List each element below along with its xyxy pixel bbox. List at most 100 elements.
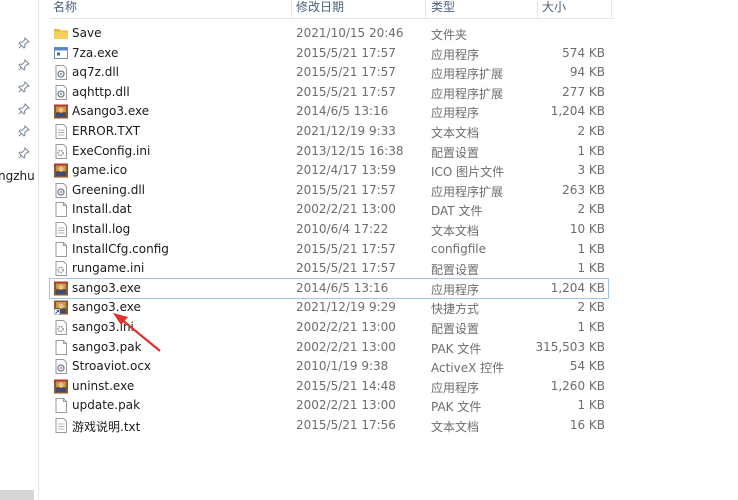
file-row[interactable]: Greening.dll 2015/5/21 17:57 应用程序扩展 263 KB	[50, 181, 608, 200]
file-modified-date: 2010/1/19 9:38	[296, 359, 389, 374]
blank-file-icon	[54, 241, 68, 257]
dll-icon	[54, 182, 68, 198]
pin-icon[interactable]	[18, 81, 30, 93]
file-list: 名称 修改日期 类型 大小 Save 2021/10/15 20:46 文件夹 7za…	[49, 0, 620, 500]
file-row[interactable]: sango3.exe 2021/12/19 9:29 快捷方式 2 KB	[50, 298, 608, 317]
pin-icon[interactable]	[18, 147, 30, 159]
file-name: update.pak	[72, 398, 141, 413]
file-row[interactable]: ExeConfig.ini 2013/12/15 16:38 配置设置 1 KB	[50, 142, 608, 161]
file-size: 1,260 KB	[550, 378, 605, 393]
file-modified-date: 2021/12/19 9:33	[296, 124, 396, 138]
file-size: 54 KB	[569, 359, 605, 374]
column-header-type[interactable]: 类型	[431, 0, 455, 15]
scrollbar[interactable]	[0, 490, 34, 500]
file-row[interactable]: Install.dat 2002/2/21 13:00 DAT 文件 2 KB	[50, 200, 608, 219]
game-icon	[54, 104, 68, 119]
file-type: DAT 文件	[431, 204, 483, 219]
settings-file-icon	[54, 320, 68, 335]
column-header-size[interactable]: 大小	[542, 0, 566, 15]
text-file-icon	[54, 124, 68, 139]
file-type: 应用程序	[431, 380, 480, 395]
file-type: 配置设置	[431, 263, 480, 278]
file-modified-date: 2014/6/5 13:16	[296, 280, 389, 295]
file-name: aq7z.dll	[72, 65, 120, 80]
pin-icon[interactable]	[18, 59, 30, 71]
exe-icon	[54, 46, 68, 61]
file-type: 快捷方式	[431, 302, 480, 317]
pin-icon[interactable]	[18, 37, 30, 49]
dll-icon	[54, 84, 68, 100]
file-row[interactable]: aq7z.dll 2015/5/21 17:57 应用程序扩展 94 KB	[50, 63, 608, 82]
file-type: 文本文档	[431, 420, 480, 434]
column-divider[interactable]	[611, 0, 612, 18]
file-modified-date: 2014/6/5 13:16	[296, 104, 389, 119]
column-divider[interactable]	[291, 0, 292, 18]
file-row[interactable]: sango3.exe 2014/6/5 13:16 应用程序 1,204 KB	[49, 277, 609, 299]
file-type: 应用程序扩展	[431, 67, 504, 82]
file-size: 2 KB	[577, 202, 605, 217]
file-size: 315,503 KB	[535, 339, 605, 354]
file-row[interactable]: update.pak 2002/2/21 13:00 PAK 文件 1 KB	[50, 396, 608, 415]
file-row[interactable]: sango3.pak 2002/2/21 13:00 PAK 文件 315,503 K…	[50, 338, 608, 357]
file-row[interactable]: Save 2021/10/15 20:46 文件夹	[50, 24, 608, 43]
file-row[interactable]: 游戏说明.txt 2015/5/21 17:56 文本文档 16 KB	[50, 416, 608, 435]
file-size: 1,204 KB	[550, 104, 605, 119]
file-row[interactable]: Stroaviot.ocx 2010/1/19 9:38 ActiveX 控件 54 …	[50, 357, 608, 376]
text-file-icon	[54, 418, 68, 433]
file-size: 1 KB	[577, 398, 605, 413]
file-size: 1,204 KB	[550, 280, 605, 295]
file-size: 3 KB	[577, 163, 605, 178]
file-row[interactable]: InstallCfg.config 2015/5/21 17:57 configfi…	[50, 240, 608, 259]
file-name: sango3.pak	[72, 339, 142, 354]
file-modified-date: 2002/2/21 13:00	[296, 320, 396, 334]
file-row[interactable]: uninst.exe 2015/5/21 14:48 应用程序 1,260 KB	[50, 377, 608, 396]
file-row[interactable]: aqhttp.dll 2015/5/21 17:57 应用程序扩展 277 KB	[50, 83, 608, 102]
pin-icon[interactable]	[18, 125, 30, 137]
file-type: ICO 图片文件	[431, 165, 505, 180]
file-name: sango3.exe	[72, 300, 141, 315]
file-modified-date: 2012/4/17 13:59	[296, 163, 396, 178]
file-modified-date: 2015/5/21 17:57	[296, 241, 396, 256]
file-name: Greening.dll	[72, 182, 145, 197]
text-file-icon	[54, 222, 68, 237]
file-name: game.ico	[72, 163, 128, 178]
file-type: 应用程序扩展	[431, 184, 504, 199]
column-header-name[interactable]: 名称	[53, 0, 77, 15]
file-modified-date: 2002/2/21 13:00	[296, 202, 396, 217]
file-type: configfile	[431, 241, 486, 256]
file-name: Asango3.exe	[72, 104, 150, 119]
column-divider[interactable]	[537, 0, 538, 18]
file-size: 1 KB	[577, 241, 605, 256]
nav-item-label[interactable]: ngzhu	[0, 169, 35, 183]
file-type: 文件夹	[431, 28, 468, 42]
file-row[interactable]: Install.log 2010/6/4 17:22 文本文档 10 KB	[50, 220, 608, 239]
column-header-date[interactable]: 修改日期	[296, 0, 344, 15]
file-modified-date: 2002/2/21 13:00	[296, 339, 396, 354]
file-row[interactable]: rungame.ini 2015/5/21 17:57 配置设置 1 KB	[50, 259, 608, 278]
file-name: Install.log	[72, 222, 131, 236]
file-type: PAK 文件	[431, 400, 482, 415]
file-modified-date: 2021/12/19 9:29	[296, 300, 396, 315]
blank-file-icon	[54, 202, 68, 218]
file-row[interactable]: sango3.ini 2002/2/21 13:00 配置设置 1 KB	[50, 318, 608, 337]
game-icon	[54, 163, 68, 178]
folder-icon	[54, 26, 68, 41]
file-name: sango3.exe	[72, 280, 141, 295]
file-row[interactable]: Asango3.exe 2014/6/5 13:16 应用程序 1,204 KB	[50, 102, 608, 121]
file-type: 应用程序	[431, 106, 480, 121]
file-row[interactable]: 7za.exe 2015/5/21 17:57 应用程序 574 KB	[50, 44, 608, 63]
file-modified-date: 2015/5/21 17:56	[296, 418, 396, 432]
file-row[interactable]: ERROR.TXT 2021/12/19 9:33 文本文档 2 KB	[50, 122, 608, 141]
column-divider[interactable]	[425, 0, 426, 18]
file-row[interactable]: game.ico 2012/4/17 13:59 ICO 图片文件 3 KB	[50, 161, 608, 180]
file-type: ActiveX 控件	[431, 361, 505, 376]
file-size: 1 KB	[577, 261, 605, 276]
file-modified-date: 2015/5/21 14:48	[296, 378, 396, 393]
file-modified-date: 2002/2/21 13:00	[296, 398, 396, 413]
file-modified-date: 2015/5/21 17:57	[296, 182, 396, 197]
file-name: rungame.ini	[72, 261, 145, 276]
pin-icon[interactable]	[18, 103, 30, 115]
file-size: 574 KB	[562, 45, 605, 60]
file-size: 2 KB	[577, 124, 605, 138]
file-name: ExeConfig.ini	[72, 143, 151, 158]
